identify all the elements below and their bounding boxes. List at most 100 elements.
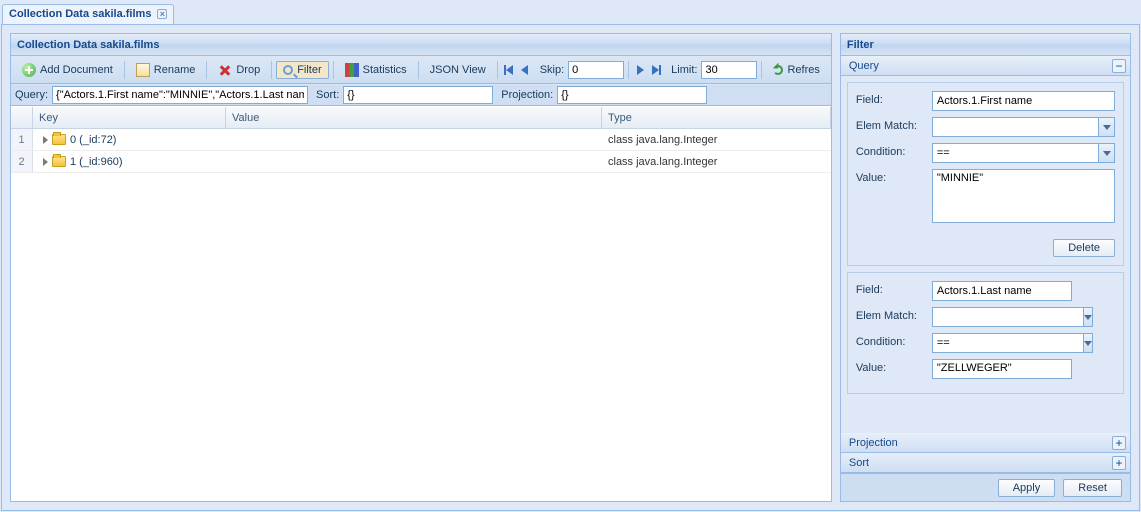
separator [497,61,498,79]
query-section-body: Field: Elem Match: Condition: [841,76,1130,433]
add-document-label: Add Document [40,64,113,76]
table-row[interactable]: 2 1 (_id:960) class java.lang.Integer [11,151,831,173]
stats-icon [345,63,359,77]
drop-icon [218,63,232,77]
condition-label: Condition: [856,143,932,158]
table-row[interactable]: 1 0 (_id:72) class java.lang.Integer [11,129,831,151]
separator [761,61,762,79]
folder-icon [52,134,66,145]
toolbar: Add Document Rename Drop Filter [11,56,831,84]
limit-label: Limit: [671,64,697,76]
projection-input[interactable] [557,86,707,104]
value-input[interactable] [932,169,1115,223]
filter-button[interactable]: Filter [276,61,328,79]
drop-label: Drop [236,64,260,76]
row-number: 2 [11,151,33,172]
separator [271,61,272,79]
filter-panel: Filter Query − Field: Elem Match: [840,33,1131,502]
collection-panel-header: Collection Data sakila.films [11,34,831,56]
separator [628,61,629,79]
expand-icon[interactable]: + [1112,436,1126,450]
grid-body[interactable]: 1 0 (_id:72) class java.lang.Integer 2 [11,129,831,501]
field-input[interactable] [932,91,1115,111]
reset-button[interactable]: Reset [1063,479,1122,497]
tab-strip: Collection Data sakila.films × [0,0,1141,24]
row-number: 1 [11,129,33,150]
skip-input[interactable] [568,61,624,79]
projection-section-title: Projection [849,437,898,449]
app-root: Collection Data sakila.films × Collectio… [0,0,1141,512]
tab-title: Collection Data sakila.films [9,8,151,20]
chevron-down-icon[interactable] [1098,117,1115,137]
elem-match-label: Elem Match: [856,307,932,322]
field-input[interactable] [932,281,1072,301]
apply-button[interactable]: Apply [998,479,1056,497]
condition-label: Condition: [856,333,932,348]
add-document-button[interactable]: Add Document [15,60,120,80]
next-page-button[interactable] [633,63,647,77]
rename-button[interactable]: Rename [129,60,203,80]
filter-panel-header: Filter [841,34,1130,56]
projection-section-header[interactable]: Projection + [841,433,1130,453]
json-view-label: JSON View [430,64,486,76]
separator [333,61,334,79]
tab-collection-data[interactable]: Collection Data sakila.films × [2,4,174,24]
field-label: Field: [856,91,932,106]
sort-section-header[interactable]: Sort + [841,453,1130,473]
chevron-down-icon[interactable] [1098,143,1115,163]
elem-match-input[interactable] [932,307,1083,327]
drop-button[interactable]: Drop [211,60,267,80]
column-value[interactable]: Value [226,107,602,128]
row-key: 0 (_id:72) [70,134,116,146]
filter-group: Field: Elem Match: Condition: [847,82,1124,266]
sort-input[interactable] [343,86,493,104]
expand-icon[interactable]: + [1112,456,1126,470]
filter-panel-body: Query − Field: Elem Match: [841,56,1130,501]
row-type: class java.lang.Integer [602,134,831,146]
query-input[interactable] [52,86,308,104]
delete-button[interactable]: Delete [1053,239,1115,257]
chevron-down-icon[interactable] [1083,333,1093,353]
value-label: Value: [856,359,932,374]
chevron-down-icon[interactable] [1083,307,1093,327]
last-page-button[interactable] [649,63,663,77]
skip-label: Skip: [540,64,564,76]
limit-input[interactable] [701,61,757,79]
first-page-button[interactable] [502,63,516,77]
column-key[interactable]: Key [33,107,226,128]
elem-match-input[interactable] [932,117,1098,137]
json-view-button[interactable]: JSON View [423,61,493,79]
field-label: Field: [856,281,932,296]
row-type: class java.lang.Integer [602,156,831,168]
folder-icon [52,156,66,167]
refresh-icon [773,65,783,75]
row-number-header [11,107,33,128]
value-label: Value: [856,169,932,184]
expand-icon[interactable] [43,136,48,144]
prev-page-button[interactable] [518,63,532,77]
collapse-icon[interactable]: − [1112,59,1126,73]
column-type[interactable]: Type [602,107,831,128]
sort-label: Sort: [316,89,339,101]
query-label: Query: [15,89,48,101]
projection-label: Projection: [501,89,553,101]
filter-label: Filter [297,64,321,76]
close-icon[interactable]: × [157,9,167,19]
search-icon [283,65,293,75]
filter-panel-buttons: Apply Reset [841,473,1130,501]
statistics-button[interactable]: Statistics [338,60,414,80]
result-grid: Key Value Type 1 0 (_id:72) class java.l… [11,106,831,501]
condition-input[interactable] [932,333,1083,353]
main-area: Collection Data sakila.films Add Documen… [1,24,1140,511]
statistics-label: Statistics [363,64,407,76]
separator [124,61,125,79]
expand-icon[interactable] [43,158,48,166]
condition-input[interactable] [932,143,1098,163]
query-section-header[interactable]: Query − [841,56,1130,76]
value-input[interactable] [932,359,1072,379]
refresh-button[interactable]: Refres [766,61,826,79]
sort-section-title: Sort [849,457,869,469]
filter-panel-title: Filter [847,34,874,56]
panel-title: Collection Data sakila.films [17,34,159,56]
grid-header: Key Value Type [11,107,831,129]
